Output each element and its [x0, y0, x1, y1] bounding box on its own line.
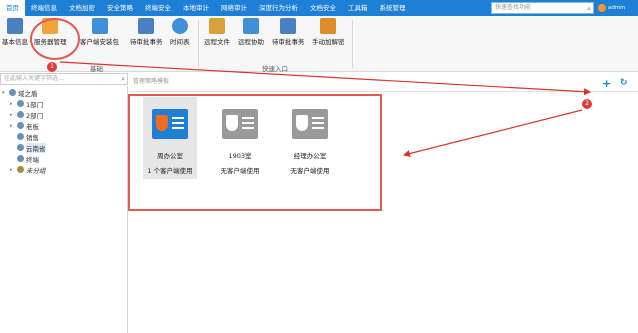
annotation-arrows [59, 61, 592, 158]
arrow-to-add [59, 61, 592, 96]
arrow-to-cards [402, 109, 583, 158]
